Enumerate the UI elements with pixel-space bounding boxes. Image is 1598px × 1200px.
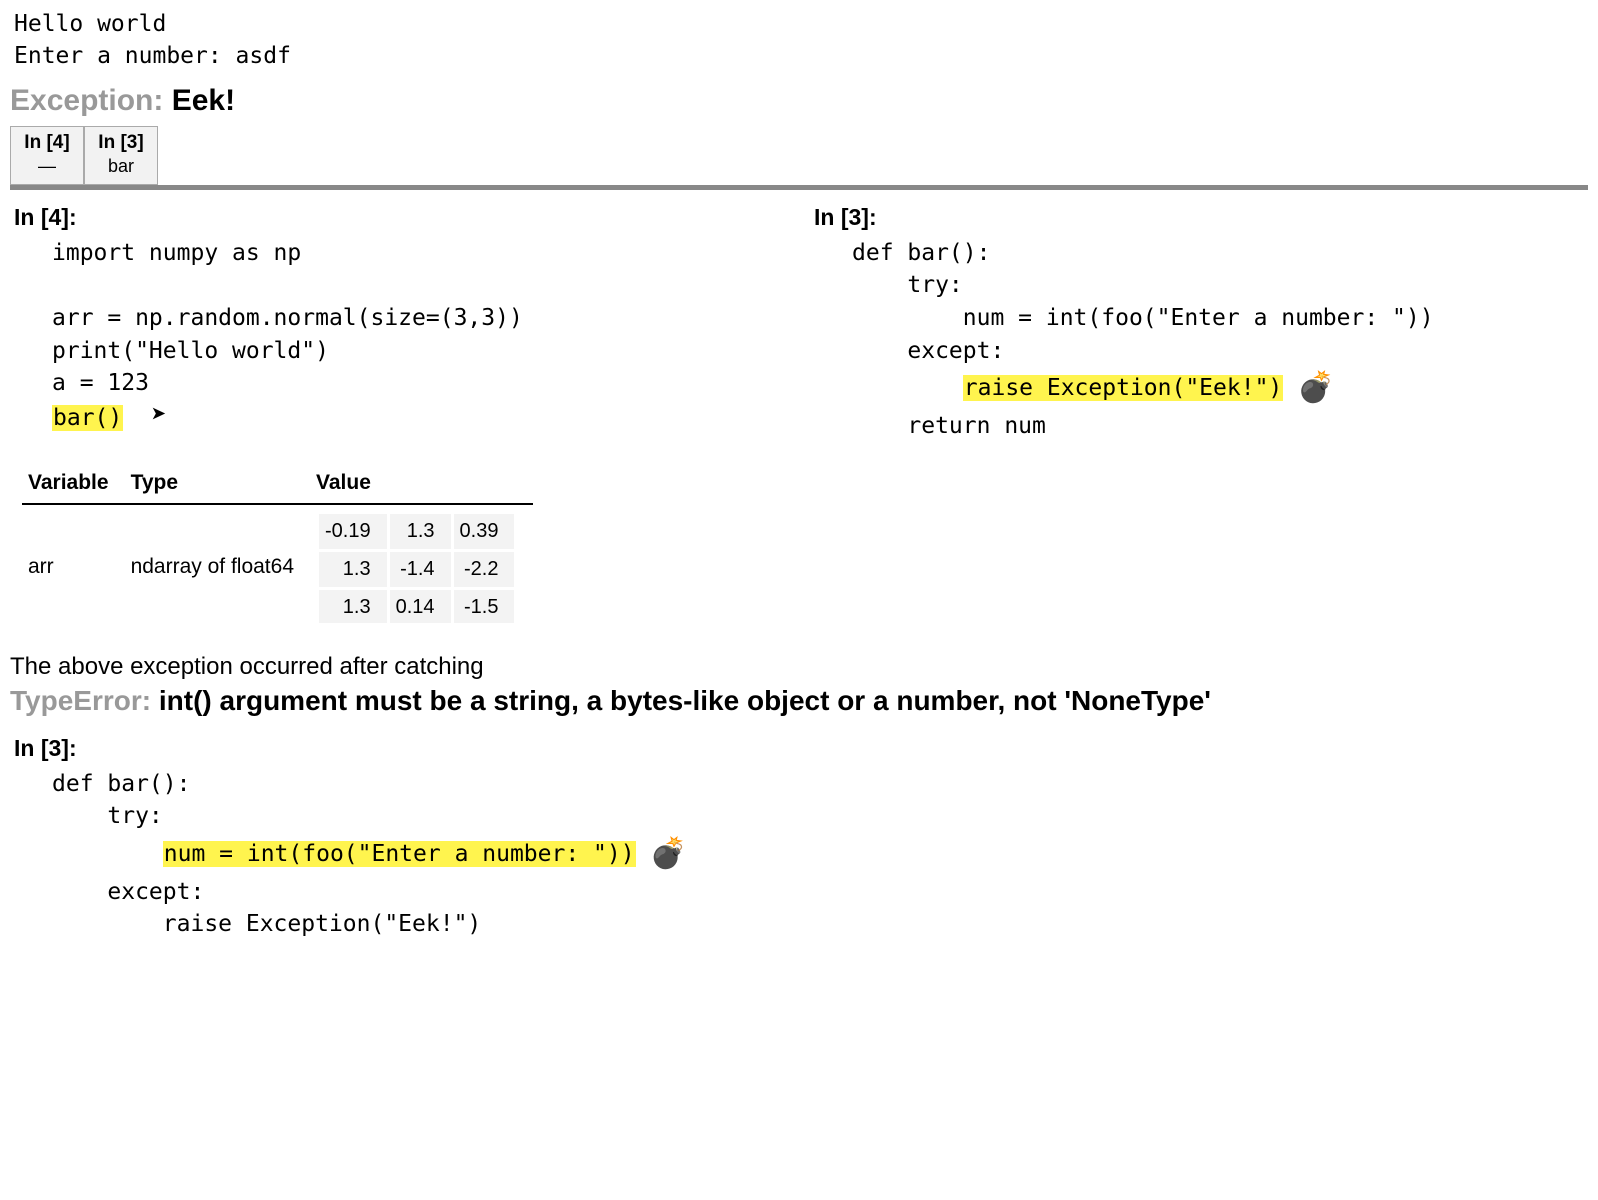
output-line: Enter a number: asdf [14, 40, 1584, 72]
matrix-cell: -0.19 [318, 512, 389, 550]
matrix-cell: -1.5 [452, 588, 516, 623]
exception-header: Exception: Eek! [0, 72, 1598, 126]
code-block: import numpy as np arr = np.random.norma… [14, 237, 784, 437]
cell-prompt: In [3]: [814, 204, 1584, 231]
chained-exception-note: The above exception occurred after catch… [0, 629, 1598, 681]
code-line: try: [52, 800, 1584, 833]
code-line: except: [852, 335, 1584, 368]
code-block: def bar(): try: num = int(foo("Enter a n… [814, 237, 1584, 443]
exception-type: TypeError: [10, 685, 151, 716]
tab-prompt: In [4] [19, 131, 75, 155]
arrow-icon: ➤ [151, 397, 167, 434]
exception-type: Exception: [10, 84, 163, 117]
frame-tab-in3[interactable]: In [3] bar [84, 126, 158, 184]
matrix-cell: 0.39 [452, 512, 516, 550]
variables-table: Variable Type Value arr ndarray of float… [22, 465, 533, 629]
code-line [52, 269, 784, 302]
matrix-cell: 0.14 [388, 588, 452, 623]
tab-sub: — [19, 155, 75, 178]
code-line: def bar(): [52, 768, 1584, 801]
var-name: arr [22, 504, 125, 629]
col-variable: Variable [22, 465, 125, 504]
code-line-current: raise Exception("Eek!") 💣 [852, 367, 1584, 410]
col-value: Value [310, 465, 533, 504]
lower-frame-pane: In [3]: def bar(): try: num = int(foo("E… [0, 727, 1598, 949]
code-block: def bar(): try: num = int(foo("Enter a n… [14, 768, 1584, 941]
code-line: raise Exception("Eek!") [52, 908, 1584, 941]
divider [10, 185, 1588, 190]
code-line-current: bar() ➤ [52, 400, 784, 437]
cell-prompt: In [3]: [14, 735, 1584, 762]
table-row: arr ndarray of float64 -0.19 1.3 0.39 [22, 504, 533, 629]
matrix-cell: 1.3 [318, 550, 389, 588]
matrix-cell: -2.2 [452, 550, 516, 588]
code-line: def bar(): [852, 237, 1584, 270]
highlighted-code: raise Exception("Eek!") [963, 375, 1284, 401]
code-line-current: num = int(foo("Enter a number: ")) 💣 [52, 833, 1584, 876]
frame-tab-in4[interactable]: In [4] — [10, 126, 84, 184]
output-line: Hello world [14, 8, 1584, 40]
frame-tabs: In [4] — In [3] bar [0, 126, 1598, 184]
var-type: ndarray of float64 [125, 504, 310, 629]
code-line: a = 123 [52, 367, 784, 400]
left-frame-pane: In [4]: import numpy as np arr = np.rand… [14, 204, 784, 629]
code-line: num = int(foo("Enter a number: ")) [852, 302, 1584, 335]
code-line: print("Hello world") [52, 335, 784, 368]
code-line: arr = np.random.normal(size=(3,3)) [52, 302, 784, 335]
highlighted-code: bar() [52, 405, 123, 431]
exception-header-2: TypeError: int() argument must be a stri… [0, 681, 1598, 727]
var-value: -0.19 1.3 0.39 1.3 -1.4 -2.2 [310, 504, 533, 629]
code-line: import numpy as np [52, 237, 784, 270]
code-line: try: [852, 269, 1584, 302]
code-line: except: [52, 876, 1584, 909]
tab-prompt: In [3] [93, 131, 149, 155]
bomb-icon: 💣 [650, 833, 687, 876]
cell-prompt: In [4]: [14, 204, 784, 231]
stdout-output: Hello world Enter a number: asdf [0, 0, 1598, 72]
tab-sub: bar [93, 155, 149, 178]
exception-message: Eek! [172, 84, 235, 117]
matrix-cell: 1.3 [388, 512, 452, 550]
bomb-icon: 💣 [1297, 367, 1334, 410]
col-type: Type [125, 465, 310, 504]
exception-message: int() argument must be a string, a bytes… [159, 685, 1211, 716]
matrix-cell: 1.3 [318, 588, 389, 623]
matrix-cell: -1.4 [388, 550, 452, 588]
right-frame-pane: In [3]: def bar(): try: num = int(foo("E… [814, 204, 1584, 629]
highlighted-code: num = int(foo("Enter a number: ")) [163, 841, 636, 867]
matrix-value: -0.19 1.3 0.39 1.3 -1.4 -2.2 [316, 511, 517, 623]
code-line: return num [852, 410, 1584, 443]
